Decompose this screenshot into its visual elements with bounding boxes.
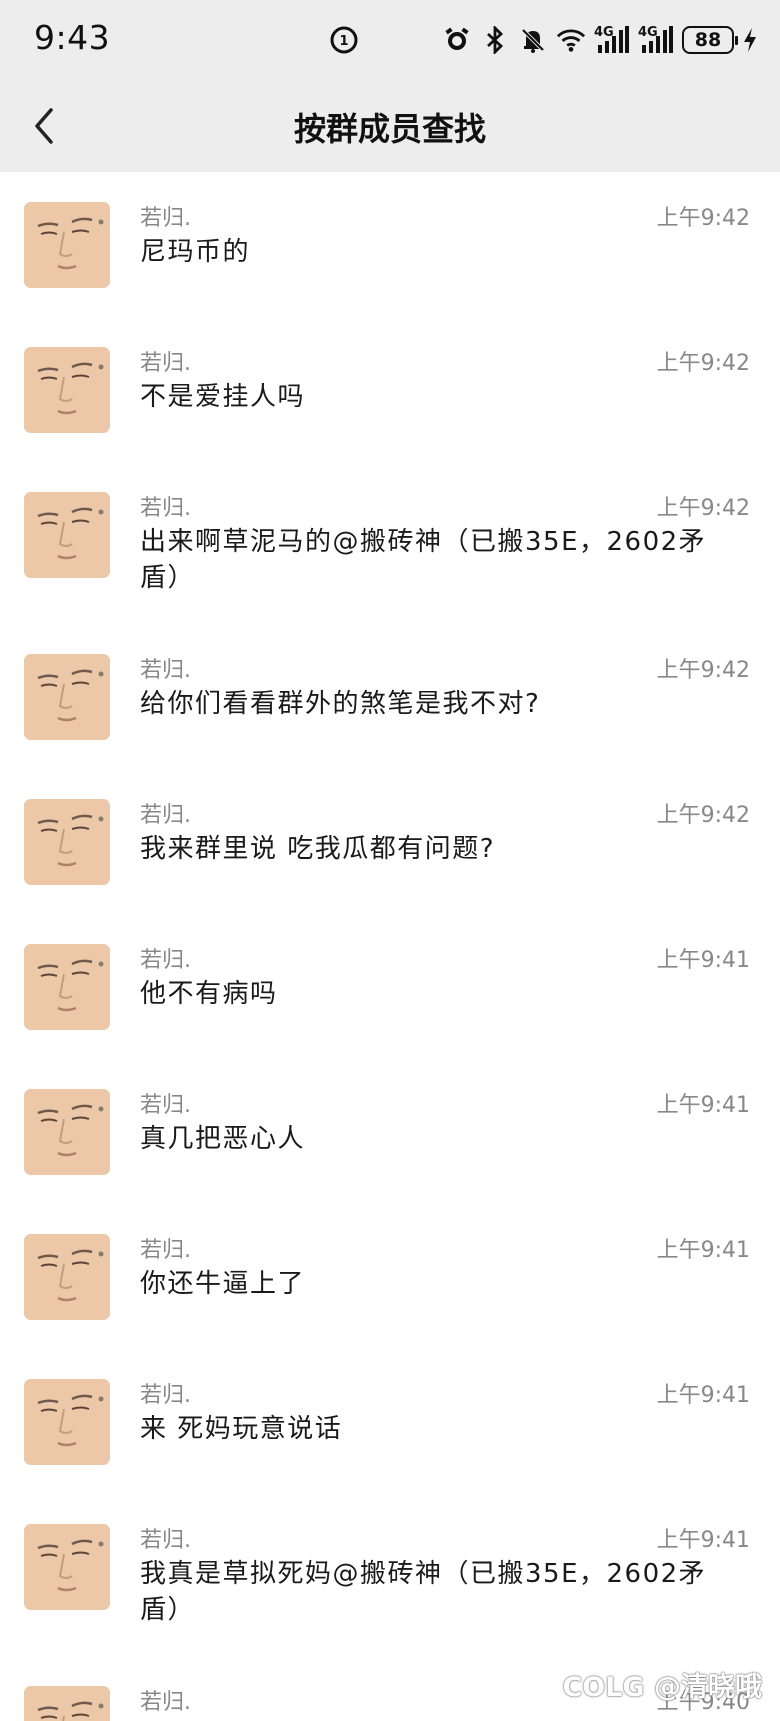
face-avatar-image <box>24 347 110 433</box>
message-item[interactable]: 若归. 上午9:42 尼玛币的 <box>0 172 780 317</box>
avatar[interactable] <box>24 347 110 433</box>
face-avatar-image <box>24 654 110 740</box>
sender-name: 若归. <box>140 948 191 973</box>
sender-name: 若归. <box>140 1093 191 1118</box>
message-item[interactable]: 若归. 上午9:42 不是爱挂人吗 <box>0 317 780 462</box>
nav-bar: 按群成员查找 <box>0 82 780 172</box>
bluetooth-icon <box>480 25 510 55</box>
message-item[interactable]: 若归. 上午9:41 你还牛逼上了 <box>0 1204 780 1349</box>
message-item[interactable]: 若归. 上午9:41 我真是草拟死妈@搬砖神（已搬35E，2602矛盾） <box>0 1494 780 1656</box>
message-item[interactable]: 若归. 上午9:41 来 死妈玩意说话 <box>0 1349 780 1494</box>
message-time: 上午9:42 <box>656 206 750 231</box>
avatar[interactable] <box>24 1524 110 1610</box>
sender-name: 若归. <box>140 1690 191 1715</box>
avatar[interactable] <box>24 1089 110 1175</box>
message-text: 给你们看看群外的煞笔是我不对? <box>140 689 541 719</box>
message-time: 上午9:41 <box>656 948 750 973</box>
message-item[interactable]: 若归. 上午9:42 给你们看看群外的煞笔是我不对? <box>0 624 780 769</box>
avatar[interactable] <box>24 944 110 1030</box>
sender-name: 若归. <box>140 1528 191 1553</box>
sender-name: 若归. <box>140 206 191 231</box>
face-avatar-image <box>24 799 110 885</box>
cell-signal-icon-2: 4G <box>638 25 674 55</box>
message-text: 真几把恶心人 <box>140 1124 306 1154</box>
sender-name: 若归. <box>140 658 191 683</box>
avatar[interactable] <box>24 202 110 288</box>
status-bar: 9:43 1 4G 4G 88 <box>0 0 780 82</box>
message-time: 上午9:41 <box>656 1383 750 1408</box>
face-avatar-image <box>24 1089 110 1175</box>
svg-text:1: 1 <box>339 34 348 49</box>
message-item[interactable]: 若归. 上午9:42 我来群里说 吃我瓜都有问题? <box>0 769 780 914</box>
sender-name: 若归. <box>140 351 191 376</box>
message-time: 上午9:42 <box>656 351 750 376</box>
face-avatar-image <box>24 1524 110 1610</box>
message-text: 我真是草拟死妈@搬砖神（已搬35E，2602矛盾） <box>140 1559 707 1625</box>
avatar[interactable] <box>24 1234 110 1320</box>
avatar[interactable] <box>24 799 110 885</box>
status-time: 9:43 <box>34 18 111 57</box>
face-avatar-image <box>24 492 110 578</box>
sender-name: 若归. <box>140 1383 191 1408</box>
battery-icon: 88 <box>682 26 738 54</box>
message-time: 上午9:42 <box>656 496 750 521</box>
charging-icon <box>742 25 758 55</box>
message-text: 我来群里说 吃我瓜都有问题? <box>140 834 496 864</box>
message-time: 上午9:41 <box>656 1093 750 1118</box>
sender-name: 若归. <box>140 803 191 828</box>
message-text: 你还牛逼上了 <box>140 1269 306 1299</box>
avatar[interactable] <box>24 492 110 578</box>
message-text: 他不有病吗 <box>140 979 278 1009</box>
message-time: 上午9:41 <box>656 1528 750 1553</box>
page-title: 按群成员查找 <box>293 110 486 148</box>
avatar[interactable] <box>24 654 110 740</box>
message-item[interactable]: 若归. 上午9:42 出来啊草泥马的@搬砖神（已搬35E，2602矛盾） <box>0 462 780 624</box>
message-text: 来 死妈玩意说话 <box>140 1414 343 1444</box>
watermark: COLG @清晓哦 <box>562 1672 762 1703</box>
message-text: 出来啊草泥马的@搬砖神（已搬35E，2602矛盾） <box>140 527 707 593</box>
sender-name: 若归. <box>140 496 191 521</box>
cell-signal-icon-1: 4G <box>594 25 630 55</box>
status-icons: 4G 4G 88 <box>442 20 758 60</box>
face-avatar-image <box>24 944 110 1030</box>
message-item[interactable]: 若归. 上午9:41 真几把恶心人 <box>0 1059 780 1204</box>
wifi-icon <box>556 25 586 55</box>
message-text: 尼玛币的 <box>140 237 251 267</box>
face-avatar-image <box>24 202 110 288</box>
message-item[interactable]: 若归. 上午9:41 他不有病吗 <box>0 914 780 1059</box>
mute-bell-icon <box>518 25 548 55</box>
face-avatar-image <box>24 1379 110 1465</box>
message-time: 上午9:42 <box>656 658 750 683</box>
message-text: 不是爱挂人吗 <box>140 382 306 412</box>
face-avatar-image <box>24 1234 110 1320</box>
sender-name: 若归. <box>140 1238 191 1263</box>
hd-call-icon: 1 <box>328 24 360 56</box>
avatar[interactable] <box>24 1686 110 1721</box>
face-avatar-image <box>24 1686 110 1721</box>
alarm-icon <box>442 25 472 55</box>
message-time: 上午9:42 <box>656 803 750 828</box>
avatar[interactable] <box>24 1379 110 1465</box>
message-time: 上午9:41 <box>656 1238 750 1263</box>
